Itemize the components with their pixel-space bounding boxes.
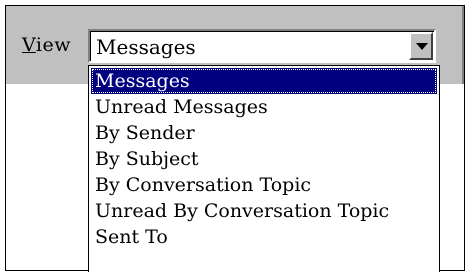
view-label-text: iew bbox=[35, 34, 71, 56]
option-messages[interactable]: Messages bbox=[91, 68, 437, 94]
option-by-sender[interactable]: By Sender bbox=[91, 120, 437, 146]
view-combobox-value: Messages bbox=[96, 35, 196, 59]
option-unread-by-conversation-topic[interactable]: Unread By Conversation Topic bbox=[91, 198, 437, 224]
option-unread-messages[interactable]: Unread Messages bbox=[91, 94, 437, 120]
option-sent-to[interactable]: Sent To bbox=[91, 224, 437, 250]
option-by-conversation-topic[interactable]: By Conversation Topic bbox=[91, 172, 437, 198]
view-combobox[interactable]: Messages bbox=[88, 29, 436, 63]
option-by-subject[interactable]: By Subject bbox=[91, 146, 437, 172]
dropdown-button[interactable] bbox=[409, 32, 433, 60]
chevron-down-icon bbox=[416, 43, 428, 50]
view-label-mnemonic: V bbox=[22, 34, 36, 56]
view-label: View bbox=[22, 34, 71, 56]
view-dropdown-list[interactable]: Messages Unread Messages By Sender By Su… bbox=[88, 65, 440, 272]
view-dropdown-window: View Messages Messages Unread Messages B… bbox=[5, 5, 465, 272]
